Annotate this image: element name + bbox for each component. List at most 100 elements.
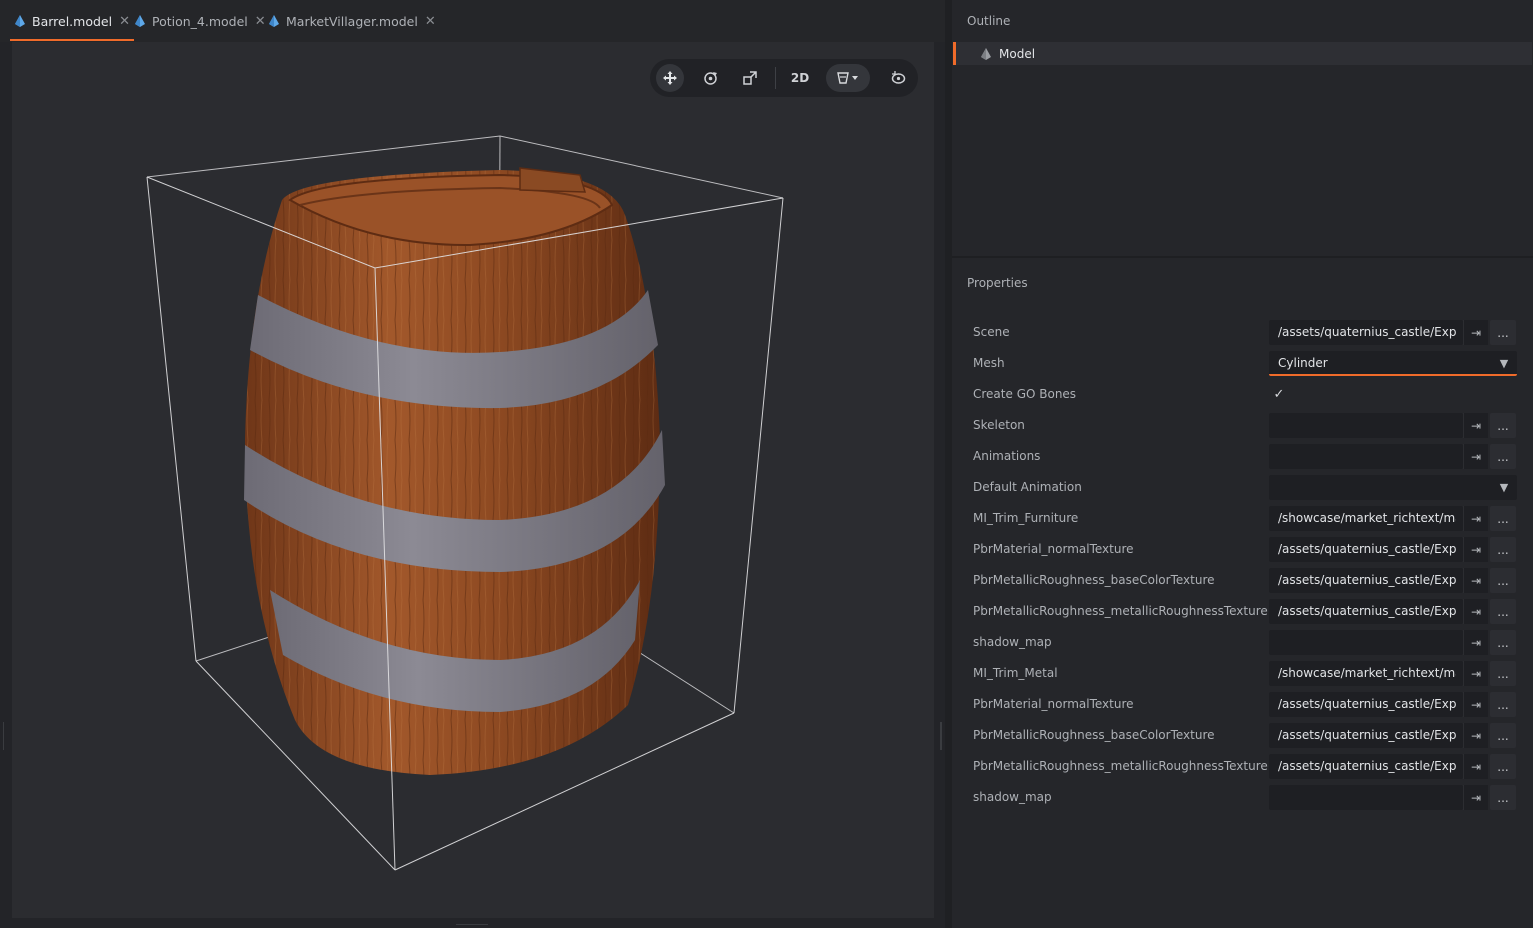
toolbar-separator [775,67,776,89]
resource-path: /showcase/market_richtext/mat [1278,511,1456,525]
model-icon [15,15,25,27]
browse-button[interactable]: ... [1490,444,1516,469]
goto-resource-icon[interactable]: ⇥ [1463,413,1488,438]
close-icon[interactable]: ✕ [119,14,130,29]
resource-field[interactable]: /showcase/market_richtext/mat [1269,661,1463,686]
property-row: Skeleton ⇥... [952,410,1533,441]
scale-tool-button[interactable] [736,64,764,92]
rotate-icon [703,71,717,85]
create-go-bones-checkbox[interactable]: ✓ [1271,386,1287,402]
goto-resource-icon[interactable]: ⇥ [1463,754,1488,779]
resource-field[interactable]: /showcase/market_richtext/mat [1269,506,1463,531]
close-icon[interactable]: ✕ [255,14,266,29]
left-splitter-handle[interactable] [3,722,5,750]
camera-reset-button[interactable] [884,64,912,92]
browse-button[interactable]: ... [1490,723,1516,748]
browse-button[interactable]: ... [1490,785,1516,810]
browse-button[interactable]: ... [1490,506,1516,531]
rotate-tool-button[interactable] [696,64,724,92]
resource-field[interactable]: /assets/quaternius_castle/Expor [1269,754,1463,779]
property-row: Scene/assets/quaternius_castle/Expor ⇥... [952,317,1533,348]
property-row: PbrMetallicRoughness_metallicRoughnessTe… [952,751,1533,782]
tab-barrel-model[interactable]: Barrel.model ✕ [10,0,134,42]
browse-button[interactable]: ... [1490,661,1516,686]
browse-button[interactable]: ... [1490,630,1516,655]
resource-field[interactable] [1269,785,1463,810]
chevron-down-icon[interactable]: ▼ [1492,351,1516,376]
goto-resource-icon[interactable]: ⇥ [1463,723,1488,748]
property-label: PbrMaterial_normalTexture [973,697,1134,711]
goto-resource-icon[interactable]: ⇥ [1463,506,1488,531]
move-icon [663,71,677,85]
property-label: shadow_map [973,790,1052,804]
panel-divider[interactable] [952,256,1533,258]
editor-window: Barrel.model ✕ Potion_4.model ✕ MarketVi… [0,0,1533,928]
resource-path: /assets/quaternius_castle/Expor [1278,604,1456,618]
goto-resource-icon[interactable]: ⇥ [1463,444,1488,469]
property-label: Skeleton [973,418,1025,432]
browse-button[interactable]: ... [1490,320,1516,345]
resource-field[interactable] [1269,630,1463,655]
property-label: Create GO Bones [973,387,1077,401]
property-row: PbrMetallicRoughness_metallicRoughnessTe… [952,596,1533,627]
resource-path: /assets/quaternius_castle/Expor [1278,325,1456,339]
right-panel: Outline Model Properties Scene/assets/qu… [952,0,1533,928]
model-icon [135,15,145,27]
vertical-splitter-handle[interactable] [940,722,942,750]
barrel-model-render [146,135,784,871]
tab-label: Barrel.model [32,13,113,29]
property-row: Mesh Cylinder ▼ [952,348,1533,379]
goto-resource-icon[interactable]: ⇥ [1463,320,1488,345]
3d-viewport[interactable] [12,42,934,918]
resource-path: /assets/quaternius_castle/Expor [1278,542,1456,556]
goto-resource-icon[interactable]: ⇥ [1463,661,1488,686]
resource-field[interactable]: /assets/quaternius_castle/Expor [1269,568,1463,593]
bottom-splitter-handle[interactable] [456,924,488,926]
outline-item-label: Model [999,46,1036,61]
resource-field[interactable]: /assets/quaternius_castle/Expor [1269,320,1463,345]
tab-bar: Barrel.model ✕ Potion_4.model ✕ MarketVi… [0,0,945,42]
property-label: PbrMetallicRoughness_baseColorTexture [973,573,1215,587]
tab-marketvillager-model[interactable]: MarketVillager.model ✕ [268,0,436,42]
browse-button[interactable]: ... [1490,537,1516,562]
property-row: PbrMetallicRoughness_baseColorTexture/as… [952,565,1533,596]
browse-button[interactable]: ... [1490,754,1516,779]
chevron-down-icon[interactable]: ▼ [1492,475,1516,500]
move-tool-button[interactable] [656,64,684,92]
2d-mode-button[interactable]: 2D [786,64,814,92]
close-icon[interactable]: ✕ [425,14,436,29]
property-row: MI_Trim_Metal/showcase/market_richtext/m… [952,658,1533,689]
goto-resource-icon[interactable]: ⇥ [1463,785,1488,810]
model-icon [269,15,279,27]
resource-field[interactable]: /assets/quaternius_castle/Expor [1269,723,1463,748]
resource-path: /showcase/market_richtext/mat [1278,666,1456,680]
property-label: PbrMetallicRoughness_metallicRoughnessTe… [973,604,1268,618]
outline-item-model[interactable]: Model [953,42,1532,65]
property-dropdown[interactable]: Cylinder ▼ [1269,351,1517,376]
tab-potion-model[interactable]: Potion_4.model ✕ [134,0,266,42]
browse-button[interactable]: ... [1490,692,1516,717]
goto-resource-icon[interactable]: ⇥ [1463,692,1488,717]
browse-button[interactable]: ... [1490,413,1516,438]
resource-field[interactable]: /assets/quaternius_castle/Expor [1269,599,1463,624]
scale-icon [743,71,757,85]
property-dropdown[interactable]: ▼ [1269,475,1517,500]
goto-resource-icon[interactable]: ⇥ [1463,537,1488,562]
goto-resource-icon[interactable]: ⇥ [1463,630,1488,655]
model-icon [981,47,991,60]
resource-field[interactable]: /assets/quaternius_castle/Expor [1269,537,1463,562]
property-row: Default Animation ▼ [952,472,1533,503]
property-label: PbrMaterial_normalTexture [973,542,1134,556]
goto-resource-icon[interactable]: ⇥ [1463,599,1488,624]
browse-button[interactable]: ... [1490,599,1516,624]
visibility-filter-button[interactable] [826,64,870,92]
property-row: Create GO Bones ✓ [952,379,1533,410]
resource-path: /assets/quaternius_castle/Expor [1278,573,1456,587]
goto-resource-icon[interactable]: ⇥ [1463,568,1488,593]
resource-field[interactable] [1269,444,1463,469]
resource-field[interactable]: /assets/quaternius_castle/Expor [1269,692,1463,717]
browse-button[interactable]: ... [1490,568,1516,593]
property-label: Animations [973,449,1041,463]
viewport-toolbar: 2D [650,59,918,97]
resource-field[interactable] [1269,413,1463,438]
